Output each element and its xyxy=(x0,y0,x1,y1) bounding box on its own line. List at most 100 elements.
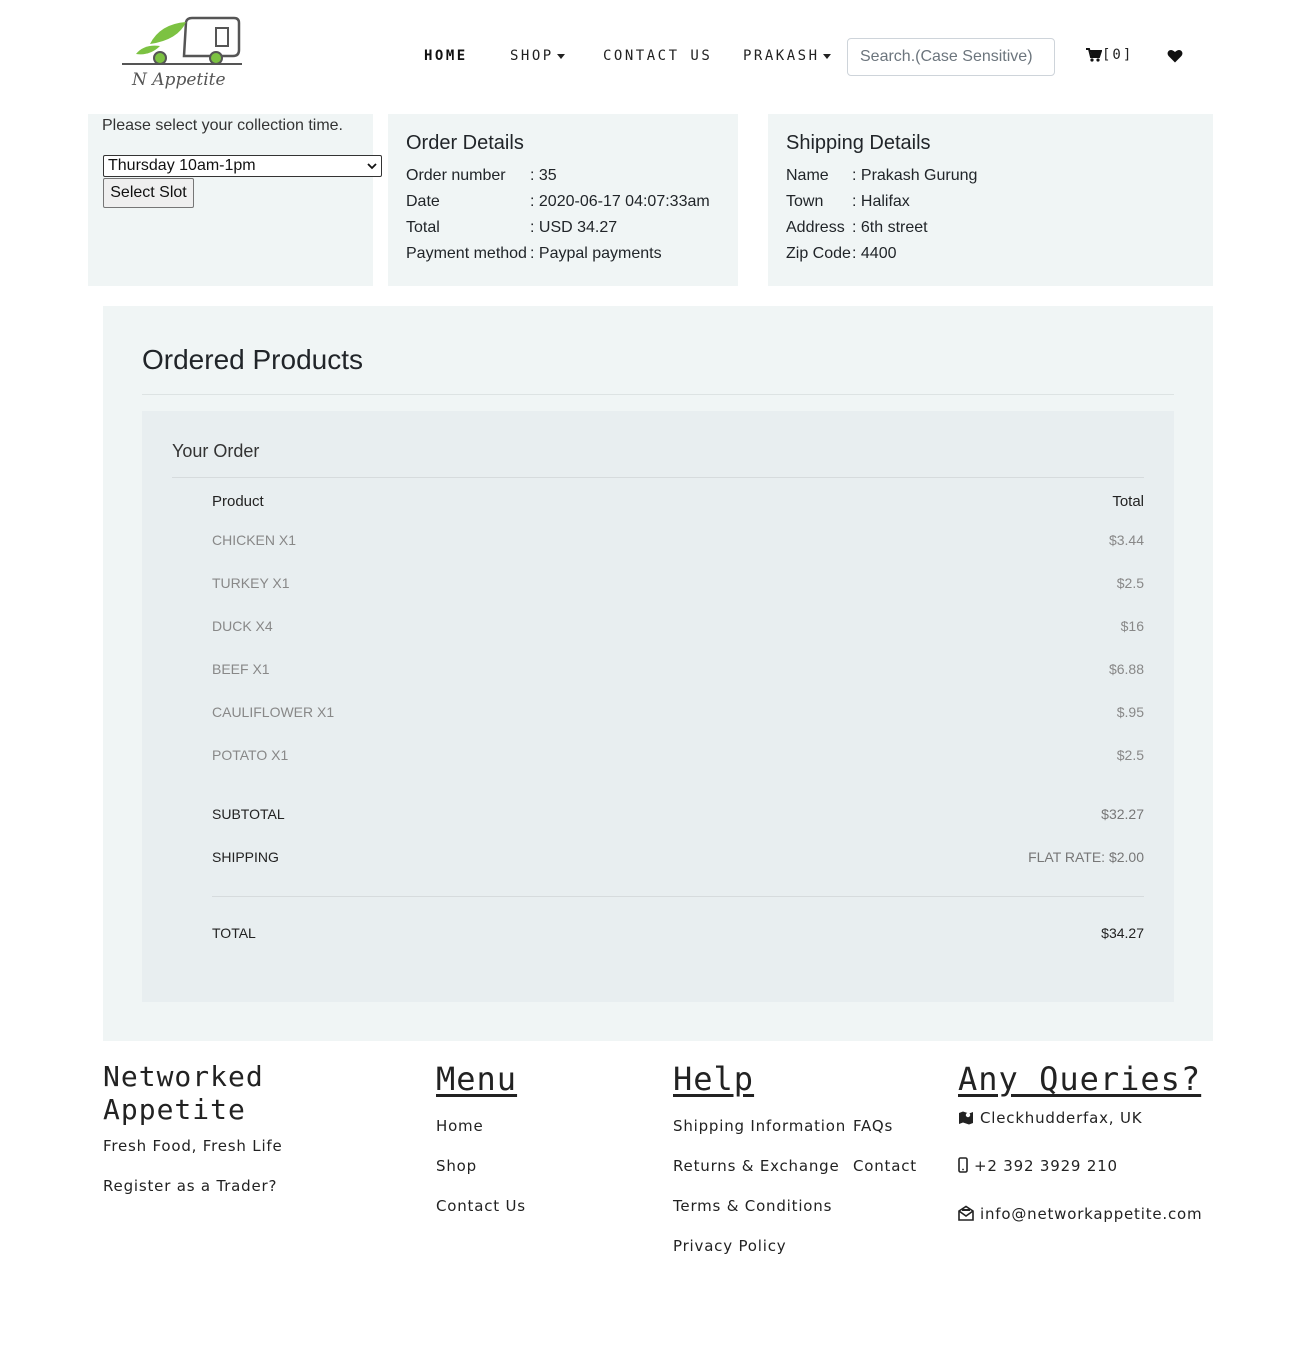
order-item-row: POTATO X1 $2.5 xyxy=(212,747,1144,763)
divider xyxy=(212,896,1144,897)
order-details-title: Order Details xyxy=(406,132,524,154)
nav-shop-label: SHOP xyxy=(510,48,554,64)
field-value: : USD 34.27 xyxy=(530,219,618,236)
field-label: Payment method xyxy=(406,245,527,262)
cart-count: [0] xyxy=(1102,47,1134,63)
field-label: Address xyxy=(786,219,845,236)
subtotal-row: SUBTOTAL $32.27 xyxy=(212,806,1144,822)
shipping-name-row: Name : Prakash Gurung xyxy=(786,167,977,185)
select-slot-button[interactable]: Select Slot xyxy=(103,178,194,208)
shipping-label: SHIPPING xyxy=(212,849,279,865)
item-total: $2.5 xyxy=(1116,575,1144,591)
item-total: $.95 xyxy=(1116,704,1144,720)
divider xyxy=(142,394,1174,395)
item-name: BEEF X1 xyxy=(212,661,270,677)
collection-time-value: Thursday 10am-1pm xyxy=(108,157,256,174)
order-item-row: BEEF X1 $6.88 xyxy=(212,661,1144,677)
footer-link-contact-us[interactable]: Contact Us xyxy=(436,1197,526,1215)
order-table-header: Product Total xyxy=(212,493,1144,510)
item-total: $3.44 xyxy=(1108,532,1144,548)
email-link[interactable]: info@networkappetite.com xyxy=(980,1205,1202,1223)
total-label: TOTAL xyxy=(212,925,256,941)
field-label: Order number xyxy=(406,167,506,184)
order-details-panel: Order Details Order number : 35 Date: 202… xyxy=(388,114,738,286)
column-header-total: Total xyxy=(1112,493,1144,510)
order-date-row: Date: 2020-06-17 04:07:33am xyxy=(406,193,710,211)
item-name: CHICKEN X1 xyxy=(212,532,297,548)
shipping-details-panel: Shipping Details Name : Prakash Gurung To… xyxy=(768,114,1213,286)
item-name: POTATO X1 xyxy=(212,747,289,763)
order-item-row: CHICKEN X1 $3.44 xyxy=(212,532,1144,548)
item-name: CAULIFLOWER X1 xyxy=(212,704,335,720)
footer-link-terms-conditions[interactable]: Terms & Conditions xyxy=(673,1197,832,1215)
cart-icon xyxy=(1086,48,1102,62)
search-input[interactable] xyxy=(847,38,1055,76)
phone-text: +2 392 3929 210 xyxy=(974,1157,1118,1175)
cart-link[interactable]: [0] xyxy=(1086,47,1133,63)
register-trader-link[interactable]: Register as a Trader? xyxy=(103,1177,277,1195)
total-value: $34.27 xyxy=(1101,925,1144,941)
shipping-address-row: Address : 6th street xyxy=(786,219,928,237)
item-total: $16 xyxy=(1120,618,1144,634)
footer-link-shipping-information[interactable]: Shipping Information xyxy=(673,1117,846,1135)
chevron-down-icon xyxy=(556,53,565,59)
nav-contact-us[interactable]: CONTACT US xyxy=(603,48,712,64)
footer-help-title: Help xyxy=(673,1060,755,1098)
field-value: : 35 xyxy=(530,167,557,184)
your-order-title: Your Order xyxy=(172,441,260,461)
order-number-row: Order number : 35 xyxy=(406,167,557,185)
item-total: $2.5 xyxy=(1116,747,1144,763)
footer-phone: +2 392 3929 210 xyxy=(958,1157,1118,1175)
collection-slot-panel: Please select your collection time. Thur… xyxy=(88,114,382,286)
divider xyxy=(172,477,1144,478)
shipping-zip-row: Zip Code: 4400 xyxy=(786,245,896,263)
map-marker-icon xyxy=(959,1111,973,1125)
field-label: Name xyxy=(786,167,829,184)
shipping-town-row: Town : Halifax xyxy=(786,193,910,211)
collection-time-label: Please select your collection time. xyxy=(102,117,343,134)
footer-menu-title: Menu xyxy=(436,1060,518,1098)
shipping-details-title: Shipping Details xyxy=(786,132,931,154)
item-total: $6.88 xyxy=(1108,661,1144,677)
footer-link-contact[interactable]: Contact xyxy=(853,1157,917,1175)
footer-brand: Networked Appetite xyxy=(103,1060,264,1126)
subtotal-label: SUBTOTAL xyxy=(212,806,285,822)
nav-user-menu[interactable]: PRAKASH xyxy=(743,48,831,64)
field-label: Town xyxy=(786,193,824,210)
field-label: Zip Code xyxy=(786,245,851,262)
footer-link-faqs[interactable]: FAQs xyxy=(853,1117,893,1135)
payment-method-row: Payment method: Paypal payments xyxy=(406,245,662,263)
ordered-products-section: Ordered Products Your Order Product Tota… xyxy=(103,306,1213,1041)
mobile-phone-icon xyxy=(958,1157,968,1173)
order-item-row: DUCK X4 $16 xyxy=(212,618,1144,634)
field-value: : 6th street xyxy=(852,219,928,236)
field-value: : Prakash Gurung xyxy=(852,167,978,184)
footer-link-privacy-policy[interactable]: Privacy Policy xyxy=(673,1237,786,1255)
footer-link-home[interactable]: Home xyxy=(436,1117,484,1135)
shipping-row: SHIPPING FLAT RATE: $2.00 xyxy=(212,849,1144,865)
footer-link-shop[interactable]: Shop xyxy=(436,1157,477,1175)
nav-user-label: PRAKASH xyxy=(743,48,820,64)
footer-email: info@networkappetite.com xyxy=(958,1205,1202,1223)
footer-location: Cleckhudderfax, UK xyxy=(958,1109,1142,1127)
wishlist-heart-icon[interactable] xyxy=(1167,48,1183,64)
footer-link-returns-exchange[interactable]: Returns & Exchange xyxy=(673,1157,840,1175)
ordered-products-title: Ordered Products xyxy=(142,344,363,375)
nav-shop[interactable]: SHOP xyxy=(510,48,565,64)
collection-time-select[interactable]: Thursday 10am-1pm xyxy=(103,155,382,177)
subtotal-value: $32.27 xyxy=(1101,806,1144,822)
field-label: Total xyxy=(406,219,440,236)
field-value: : Paypal payments xyxy=(530,245,662,262)
nav-home[interactable]: HOME xyxy=(424,48,468,64)
column-header-product: Product xyxy=(212,493,264,510)
field-value: : Halifax xyxy=(852,193,910,210)
item-name: DUCK X4 xyxy=(212,618,273,634)
footer-queries-title: Any Queries? xyxy=(958,1060,1202,1098)
envelope-open-icon xyxy=(958,1205,974,1221)
field-value: : 4400 xyxy=(852,245,897,262)
location-text: Cleckhudderfax, UK xyxy=(980,1109,1143,1127)
chevron-down-icon xyxy=(367,162,377,169)
field-value: : 2020-06-17 04:07:33am xyxy=(530,193,710,210)
chevron-down-icon xyxy=(822,53,831,59)
logo-text: N Appetite xyxy=(132,70,226,90)
